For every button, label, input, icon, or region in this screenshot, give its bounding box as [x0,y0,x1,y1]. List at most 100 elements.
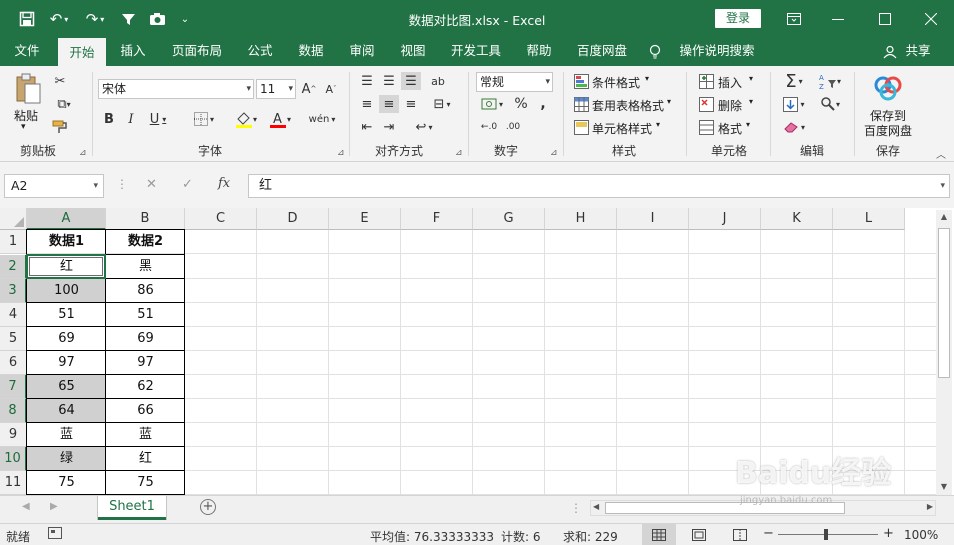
cell-b8[interactable]: 66 [106,399,185,423]
login-button[interactable]: 登录 [715,9,761,28]
bold-icon[interactable]: B [100,110,118,128]
more-options-icon[interactable]: ⋮ [116,177,128,191]
horizontal-scrollbar[interactable]: ◀ ▶ [590,500,936,516]
cell-a8[interactable]: 64 [27,399,106,423]
fill-color-icon[interactable]: ▾ [230,108,262,130]
cell-a5[interactable]: 69 [27,327,106,351]
increase-decimal-icon[interactable]: ←.0 [478,118,500,136]
scroll-up-icon[interactable]: ▲ [938,212,950,224]
row-header-6[interactable]: 6 [0,351,27,375]
font-size-combo[interactable]: 11 ▾ [256,79,296,99]
cell-a3[interactable]: 100 [27,279,106,303]
tab-review[interactable]: 审阅 [341,38,383,66]
align-center-icon[interactable]: ≡ [379,95,399,113]
page-layout-view-icon[interactable] [692,529,706,544]
row-header-7[interactable]: 7 [0,375,27,399]
merge-center-icon[interactable]: ⊟ ▾ [426,95,458,113]
zoom-slider-thumb[interactable] [824,529,828,540]
comma-style-icon[interactable]: , [536,95,550,113]
hscroll-thumb[interactable] [605,502,845,514]
split-handle-icon[interactable]: ⋮ [570,501,582,515]
row-header-5[interactable]: 5 [0,327,27,351]
column-header-g[interactable]: G [473,208,545,230]
wrap-text-icon[interactable]: ↩ ▾ [408,118,440,136]
camera-icon[interactable] [146,9,168,29]
page-break-view-icon[interactable] [733,529,747,544]
sort-filter-icon[interactable]: A Z ▾ [815,70,845,92]
scroll-thumb[interactable] [938,228,950,378]
cell-b3[interactable]: 86 [106,279,185,303]
column-header-d[interactable]: D [257,208,329,230]
row-header-1[interactable]: 1 [0,230,27,254]
cell-b7[interactable]: 62 [106,375,185,399]
filter-icon[interactable] [118,9,138,29]
row-header-3[interactable]: 3 [0,279,27,303]
row-header-2[interactable]: 2 [0,255,27,279]
tab-page-layout[interactable]: 页面布局 [166,38,228,66]
enter-icon[interactable]: ✓ [182,177,193,192]
conditional-formatting-icon[interactable] [572,72,590,90]
cancel-icon[interactable]: ✕ [146,177,157,192]
cell-a9[interactable]: 蓝 [27,423,106,447]
column-header-j[interactable]: J [689,208,761,230]
number-format-combo[interactable]: 常规 ▾ [476,72,553,92]
next-sheet-icon[interactable]: ▶ [50,501,58,512]
autosum-icon[interactable]: Σ ▾ [779,70,809,92]
cell-b2[interactable]: 黑 [106,255,185,279]
column-header-e[interactable]: E [329,208,401,230]
cell-a4[interactable]: 51 [27,303,106,327]
save-to-baidu-line2[interactable]: 百度网盘 [864,122,912,139]
scroll-right-icon[interactable]: ▶ [927,502,933,511]
tab-baidu-netdisk[interactable]: 百度网盘 [570,38,634,66]
format-as-table-icon[interactable] [572,95,590,113]
number-launcher-icon[interactable]: ⊿ [550,148,558,158]
format-cells-button[interactable]: 格式 [718,120,742,137]
borders-icon[interactable]: ▾ [188,110,220,128]
format-painter-icon[interactable] [50,118,70,136]
column-header-i[interactable]: I [617,208,689,230]
paste-label[interactable]: 粘贴 [14,107,38,124]
tab-developer[interactable]: 开发工具 [444,38,508,66]
clipboard-launcher-icon[interactable]: ⊿ [79,148,87,158]
row-header-4[interactable]: 4 [0,303,27,327]
tab-data[interactable]: 数据 [290,38,332,66]
tab-formulas[interactable]: 公式 [240,38,280,66]
vertical-scrollbar[interactable]: ▲ ▼ [936,210,952,497]
cell-b1[interactable]: 数据2 [106,230,185,254]
column-header-f[interactable]: F [401,208,473,230]
phonetic-guide-icon[interactable]: wén ▾ [306,108,338,130]
column-header-l[interactable]: L [833,208,905,230]
tab-insert[interactable]: 插入 [112,38,154,66]
fill-icon[interactable]: ▾ [779,95,809,113]
clear-icon[interactable]: ▾ [779,118,809,136]
bottom-align-icon[interactable]: ☰ [401,72,421,90]
decrease-font-size-icon[interactable]: Aˇ [322,80,340,98]
increase-font-size-icon[interactable]: A ^ [300,80,318,98]
scroll-down-icon[interactable]: ▼ [938,482,950,494]
decrease-indent-icon[interactable]: ⇤ [357,118,377,136]
zoom-in-icon[interactable]: + [883,526,894,541]
top-align-icon[interactable]: ☰ [357,72,377,90]
delete-cells-icon[interactable] [697,95,715,113]
zoom-out-icon[interactable]: − [763,526,774,541]
maximize-icon[interactable] [873,8,897,30]
alignment-launcher-icon[interactable]: ⊿ [455,148,463,158]
insert-function-icon[interactable]: fx [218,176,230,191]
column-header-c[interactable]: C [185,208,257,230]
middle-align-icon[interactable]: ☰ [379,72,399,90]
customize-toolbar-icon[interactable]: ⌄ [178,9,192,29]
undo-icon[interactable]: ↶ ▾ [46,9,72,29]
ribbon-display-options-icon[interactable] [782,8,806,30]
cell-b10[interactable]: 红 [106,447,185,471]
font-color-icon[interactable]: A ▾ [264,108,296,130]
percent-style-icon[interactable]: % [512,95,530,113]
cell-b11[interactable]: 75 [106,471,185,495]
cell-b9[interactable]: 蓝 [106,423,185,447]
tab-file[interactable]: 文件 [6,38,48,66]
cell-b5[interactable]: 69 [106,327,185,351]
cell-b4[interactable]: 51 [106,303,185,327]
align-right-icon[interactable]: ≡ [401,95,421,113]
row-header-11[interactable]: 11 [0,471,27,495]
row-header-10[interactable]: 10 [0,447,27,471]
tab-help[interactable]: 帮助 [518,38,560,66]
